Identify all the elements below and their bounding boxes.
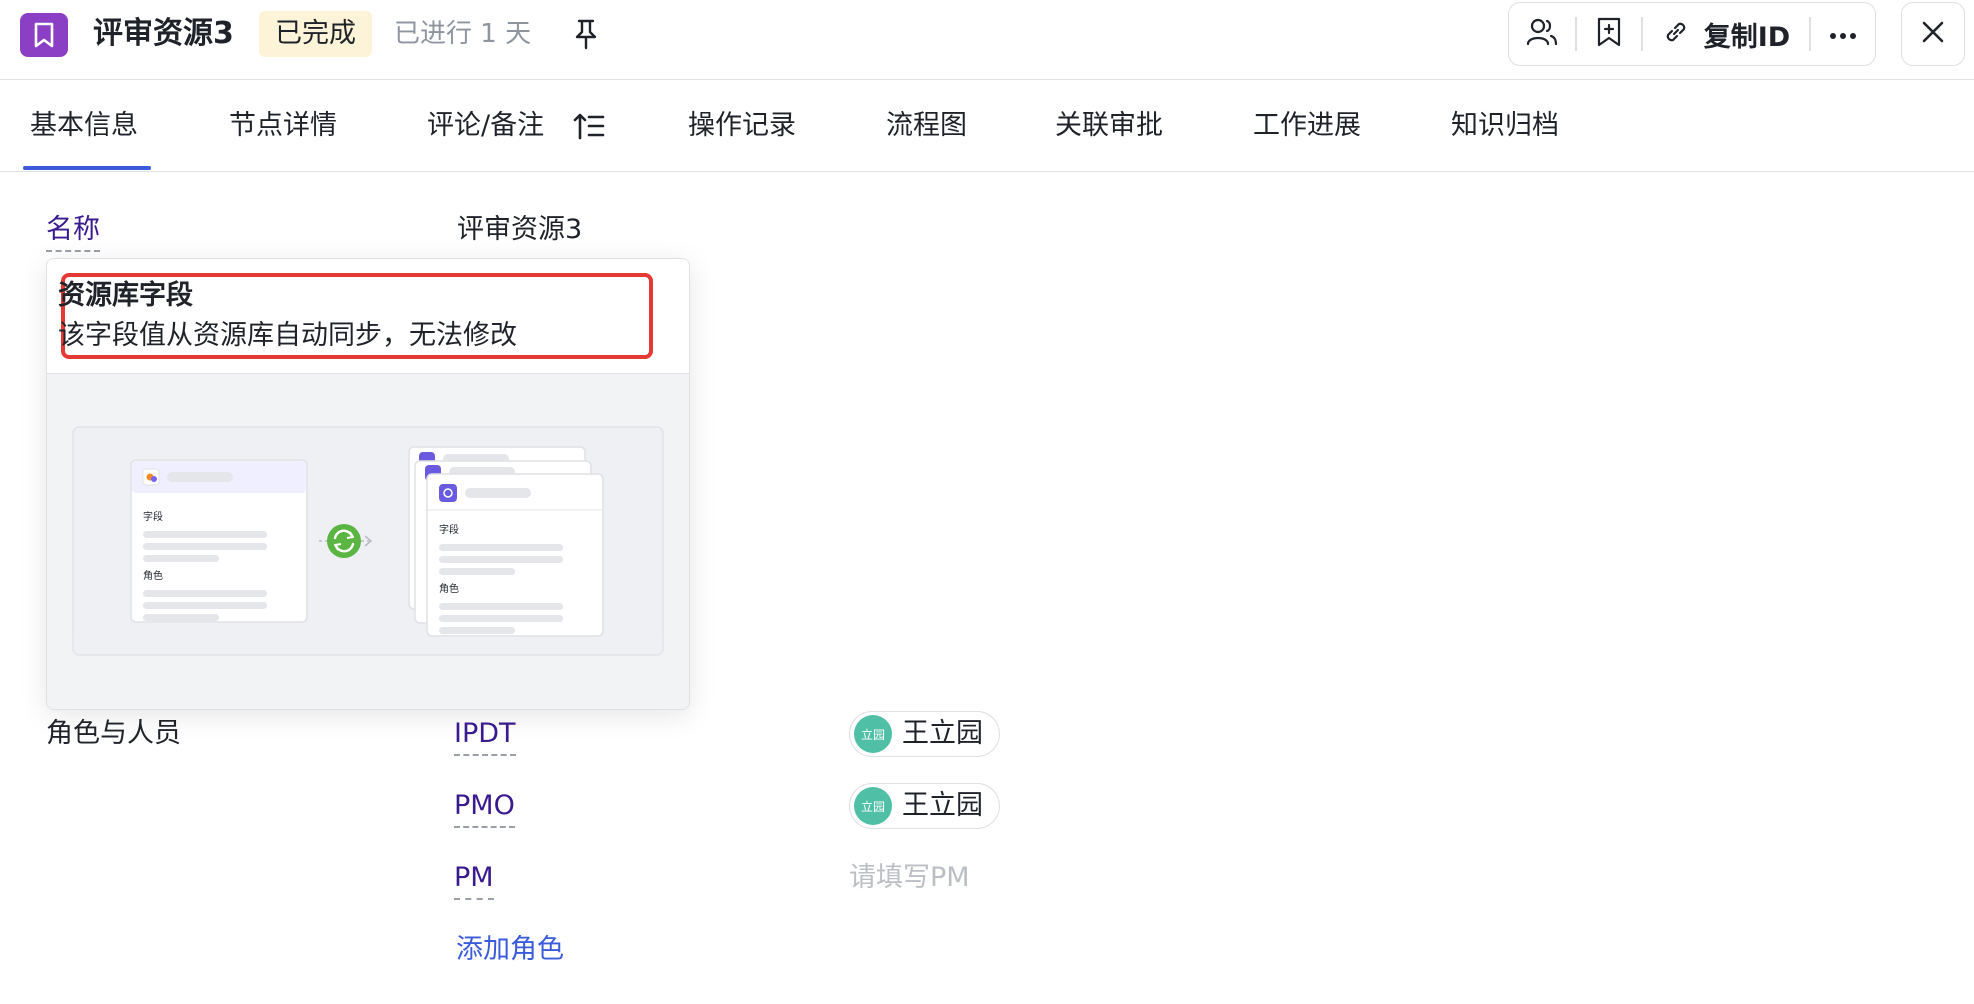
detail-header: 评审资源3 已完成 已进行 1 天 复制ID (0, 0, 1974, 80)
tab-related-approvals[interactable]: 关联审批 (1055, 80, 1163, 172)
name-field-value: 评审资源3 (457, 214, 583, 245)
tab-knowledge-archive[interactable]: 知识归档 (1451, 80, 1559, 172)
right-card-role-label: 角色 (439, 582, 459, 595)
tooltip-title: 资源库字段 (58, 280, 193, 311)
source-resource-card: 字段 角色 (130, 459, 308, 623)
tab-bar: 基本信息 节点详情 评论/备注 操作记录 流程图 关联审批 工作进展 知识归档 (0, 80, 1974, 172)
sort-icon[interactable] (573, 112, 605, 140)
bookmark-icon (20, 13, 68, 57)
close-icon (1920, 19, 1946, 49)
person-chip-ipdt[interactable]: 立园 王立园 (849, 711, 1000, 757)
link-icon (1662, 18, 1690, 50)
pm-input-placeholder[interactable]: 请填写PM (849, 860, 970, 896)
role-label-pmo[interactable]: PMO (454, 788, 515, 828)
roles-section-label: 角色与人员 (46, 718, 181, 749)
person-name: 王立园 (902, 718, 983, 749)
tab-operation-log[interactable]: 操作记录 (688, 80, 796, 172)
add-bookmark-button[interactable] (1577, 3, 1641, 65)
sync-illustration: 字段 角色 字段 角色 (47, 373, 689, 709)
members-button[interactable] (1509, 3, 1575, 65)
more-button[interactable] (1811, 3, 1875, 65)
more-icon (1829, 25, 1857, 44)
members-icon (1526, 17, 1558, 51)
active-tab-indicator (23, 166, 151, 170)
add-role-button[interactable]: 添加角色 (456, 932, 564, 968)
role-label-ipdt[interactable]: IPDT (454, 716, 516, 756)
pin-icon[interactable] (572, 18, 600, 50)
role-label-pm[interactable]: PM (454, 860, 494, 900)
left-card-field-label: 字段 (143, 510, 163, 523)
left-card-role-label: 角色 (143, 569, 163, 582)
right-card-field-label: 字段 (439, 523, 459, 536)
close-button[interactable] (1901, 2, 1965, 66)
copy-id-button[interactable]: 复制ID (1643, 3, 1809, 65)
copy-id-label: 复制ID (1703, 21, 1791, 53)
tab-basic-info[interactable]: 基本信息 (30, 80, 138, 172)
tab-flowchart[interactable]: 流程图 (886, 80, 967, 172)
tab-comments[interactable]: 评论/备注 (427, 80, 544, 172)
header-action-group: 复制ID (1508, 2, 1876, 66)
page-title: 评审资源3 (93, 16, 234, 51)
elapsed-time: 已进行 1 天 (394, 19, 532, 49)
avatar: 立园 (854, 715, 892, 753)
tab-work-progress[interactable]: 工作进展 (1253, 80, 1361, 172)
add-bookmark-icon (1596, 17, 1622, 51)
tab-node-details[interactable]: 节点详情 (229, 80, 337, 172)
name-field-label[interactable]: 名称 (46, 212, 100, 252)
avatar: 立园 (854, 787, 892, 825)
tooltip-description: 该字段值从资源库自动同步，无法修改 (58, 320, 517, 351)
person-chip-pmo[interactable]: 立园 王立园 (849, 783, 1000, 829)
status-badge: 已完成 (259, 11, 372, 57)
person-name: 王立园 (902, 790, 983, 821)
target-resource-cards: 字段 角色 (408, 446, 604, 637)
